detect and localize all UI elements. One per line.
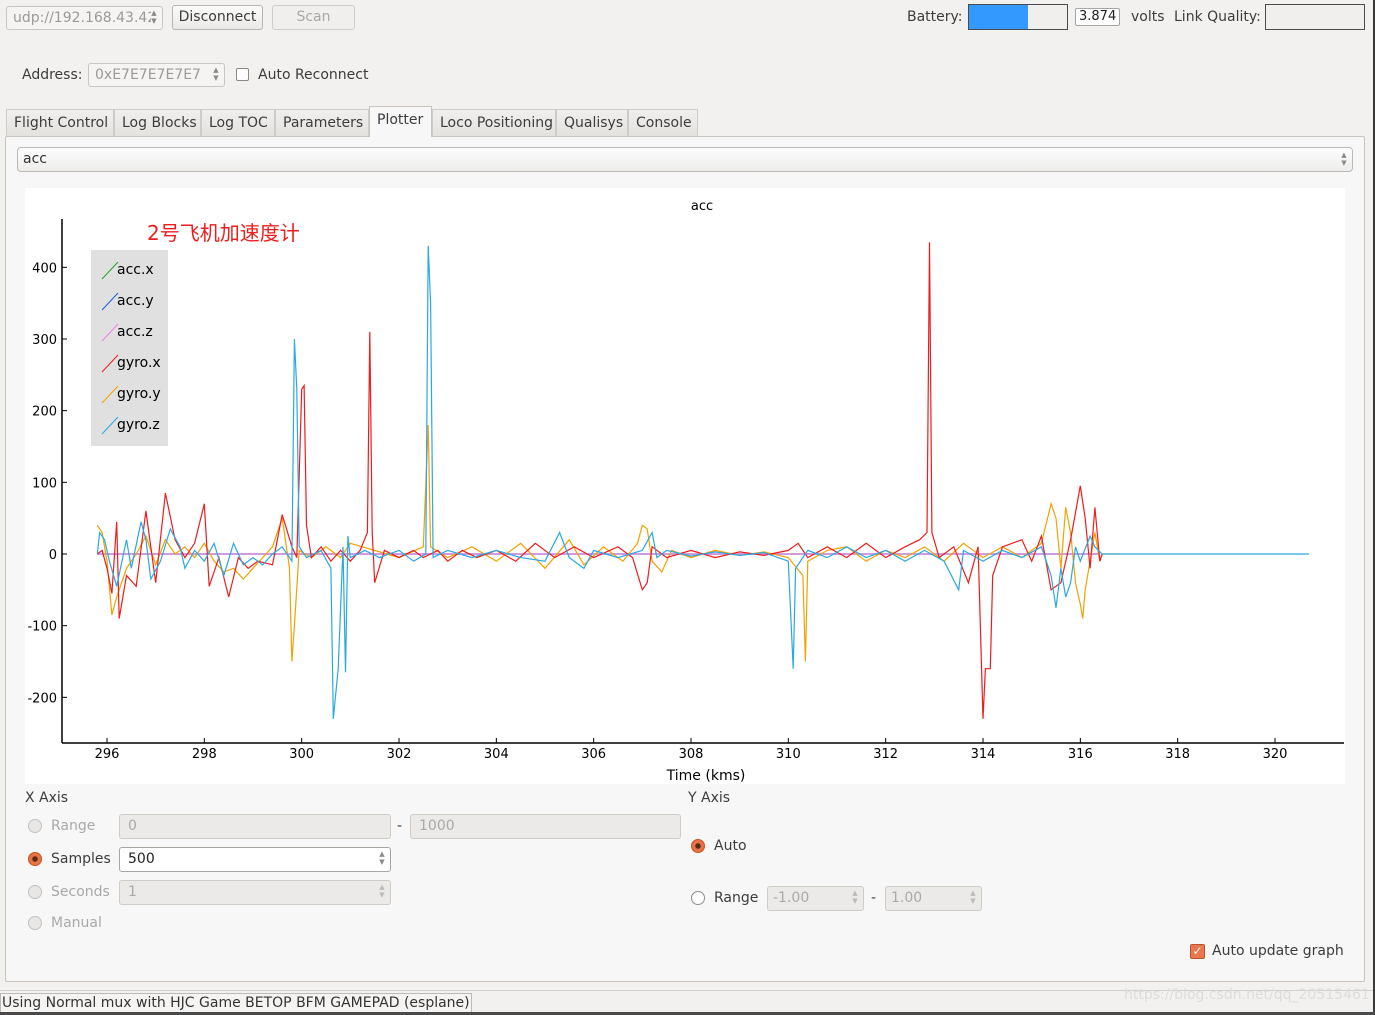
x-range-from-input[interactable]: 0	[119, 814, 391, 839]
y-auto-radio[interactable]	[691, 839, 705, 853]
spin-arrows-icon[interactable]: ▲ ▼	[377, 850, 387, 868]
x-tick-label: 312	[873, 747, 898, 762]
legend-item: gyro.x	[101, 352, 161, 374]
y-range-from-spinbox[interactable]: -1.00 ▲ ▼	[767, 886, 864, 911]
chart-title: acc	[691, 199, 713, 214]
legend-label: acc.x	[117, 262, 154, 278]
legend-item: gyro.z	[101, 414, 160, 436]
chart-legend: acc.x acc.y acc.z gyro.x gyro.y gyro.z	[91, 250, 168, 446]
series-line-gyro-y	[96, 424, 1120, 662]
chart-annotation: 2号飞机加速度计	[147, 221, 300, 245]
x-axis-title: X Axis	[25, 790, 69, 806]
plot-series-group	[96, 242, 1310, 719]
auto-update-label: Auto update graph	[1212, 943, 1344, 959]
x-manual-radio[interactable]	[28, 916, 42, 930]
x-samples-radio[interactable]	[28, 852, 42, 866]
x-seconds-radio[interactable]	[28, 885, 42, 899]
spin-arrows-icon[interactable]: ▲ ▼	[968, 889, 978, 907]
legend-item: acc.y	[101, 290, 154, 312]
x-axis-label: Time (kms)	[666, 768, 746, 784]
x-tick-label: 296	[95, 747, 120, 762]
x-tick-label: 310	[776, 747, 801, 762]
y-auto-label: Auto	[714, 838, 747, 854]
x-seconds-spinbox[interactable]: 1 ▲ ▼	[119, 880, 391, 905]
y-tick-label: 400	[32, 261, 57, 276]
x-tick-label: 314	[971, 747, 996, 762]
x-range-label: Range	[51, 818, 96, 834]
x-tick-label: 306	[581, 747, 606, 762]
legend-item: acc.x	[101, 259, 154, 281]
x-samples-value: 500	[128, 851, 155, 867]
auto-update-checkbox[interactable]: ✓	[1190, 944, 1205, 959]
checkmark-icon: ✓	[1192, 944, 1203, 958]
y-range-label: Range	[714, 890, 759, 906]
y-tick-label: 100	[32, 476, 57, 491]
y-tick-label: -200	[27, 691, 57, 706]
x-tick-label: 308	[679, 747, 704, 762]
watermark: https://blog.csdn.net/qq_20515461	[1124, 987, 1370, 1003]
x-tick-label: 300	[289, 747, 314, 762]
x-tick-label: 298	[192, 747, 217, 762]
y-axis-title: Y Axis	[688, 790, 731, 806]
x-seconds-label: Seconds	[51, 884, 110, 900]
x-manual-label: Manual	[51, 915, 102, 931]
x-range-from-value: 0	[128, 818, 137, 834]
y-range-from-value: -1.00	[773, 890, 810, 906]
tab-plotter[interactable]: Plotter	[369, 106, 432, 137]
x-tick-label: 320	[1263, 747, 1288, 762]
x-tick-label: 316	[1068, 747, 1093, 762]
series-line-gyro-z	[96, 245, 1310, 719]
y-range-to-spinbox[interactable]: 1.00 ▲ ▼	[885, 886, 982, 911]
x-tick-label: 318	[1165, 747, 1190, 762]
spin-arrows-icon[interactable]: ▲ ▼	[850, 889, 860, 907]
x-seconds-value: 1	[128, 884, 137, 900]
legend-label: gyro.x	[117, 355, 161, 371]
legend-item: acc.z	[101, 321, 153, 343]
legend-label: gyro.y	[117, 386, 161, 402]
legend-item: gyro.y	[101, 383, 161, 405]
legend-label: gyro.z	[117, 417, 160, 433]
plot-canvas: 296 298 300 302 304 306 308 310 312 314 316 318 320 -…	[27, 199, 1344, 784]
y-tick-label: -100	[27, 620, 57, 635]
y-tick-label: 200	[32, 405, 57, 420]
x-range-dash: -	[397, 818, 403, 834]
legend-label: acc.y	[117, 293, 154, 309]
x-range-to-input[interactable]: 1000	[410, 814, 681, 839]
y-range-radio[interactable]	[691, 891, 705, 905]
spin-arrows-icon[interactable]: ▲ ▼	[377, 883, 387, 901]
y-tick-label: 0	[49, 548, 57, 563]
y-range-dash: -	[871, 890, 877, 906]
status-bar-message: Using Normal mux with HJC Game BETOP BFM…	[0, 993, 472, 1013]
legend-label: acc.z	[117, 324, 153, 340]
y-range-to-value: 1.00	[891, 890, 923, 906]
x-tick-label: 302	[387, 747, 412, 762]
x-range-radio[interactable]	[28, 819, 42, 833]
x-range-to-value: 1000	[419, 818, 455, 834]
plot-axes-group: 296 298 300 302 304 306 308 310 312 314 316 318 320 -…	[27, 219, 1344, 762]
y-tick-label: 300	[32, 333, 57, 348]
x-samples-spinbox[interactable]: 500 ▲ ▼	[119, 847, 391, 872]
x-tick-label: 304	[484, 747, 509, 762]
x-samples-label: Samples	[51, 851, 111, 867]
series-line-gyro-x	[96, 242, 1103, 719]
